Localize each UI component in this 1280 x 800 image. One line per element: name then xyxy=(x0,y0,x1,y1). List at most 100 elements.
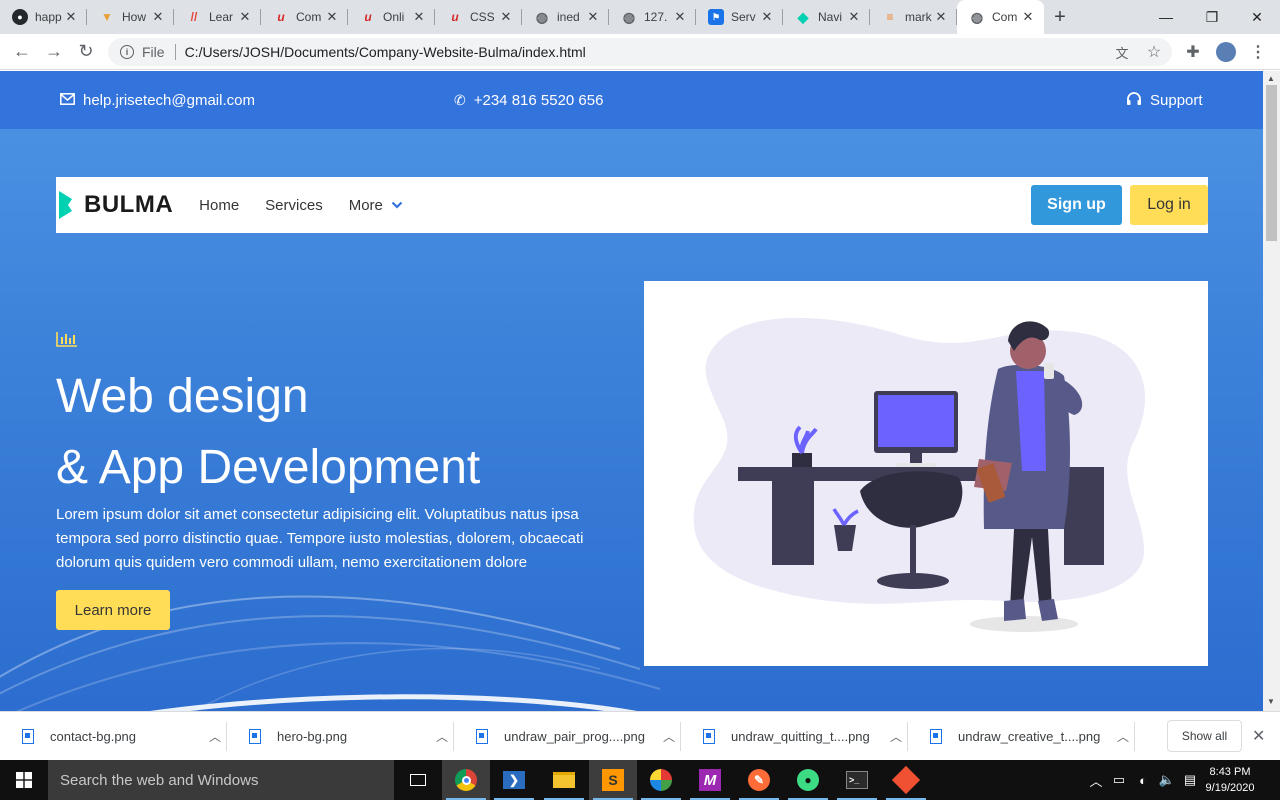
git-taskbar-icon[interactable] xyxy=(882,760,930,800)
phone-item[interactable]: ✆ +234 816 5520 656 xyxy=(454,71,603,129)
download-filename: undraw_pair_prog....png xyxy=(504,729,645,744)
support-item[interactable]: Support xyxy=(1126,71,1203,129)
globe-icon: ◍ xyxy=(970,8,984,25)
chevron-up-icon[interactable]: ︿ xyxy=(884,728,908,745)
scroll-down-arrow-icon[interactable]: ▼ xyxy=(1267,697,1275,706)
close-tab-icon[interactable]: ✕ xyxy=(411,9,427,25)
download-item[interactable]: undraw_pair_prog....png ︿ xyxy=(454,712,681,761)
maximize-button[interactable]: ❐ xyxy=(1189,0,1235,34)
brand-logo[interactable]: BULMA xyxy=(56,177,173,233)
back-button[interactable]: ← xyxy=(6,36,38,68)
browser-tab[interactable]: ▼ How ✕ xyxy=(87,0,174,34)
hero-title-line-1: Web design xyxy=(56,370,309,423)
chrome-taskbar-icon[interactable] xyxy=(442,760,490,800)
close-window-button[interactable]: ✕ xyxy=(1234,0,1280,34)
scrollbar-thumb[interactable] xyxy=(1266,85,1277,241)
scroll-up-arrow-icon[interactable]: ▲ xyxy=(1267,74,1275,83)
signup-button[interactable]: Sign up xyxy=(1031,185,1122,225)
network-icon[interactable]: ▭ xyxy=(1108,760,1130,800)
download-item[interactable]: undraw_creative_t....png ︿ xyxy=(908,712,1135,761)
terminal-taskbar-icon[interactable]: >_ xyxy=(833,760,881,800)
close-tab-icon[interactable]: ✕ xyxy=(846,9,862,25)
task-view-icon[interactable] xyxy=(394,760,442,800)
browser-tab[interactable]: u Com ✕ xyxy=(261,0,348,34)
learn-more-button[interactable]: Learn more xyxy=(56,590,170,630)
tab-title: Navi xyxy=(818,10,843,24)
powershell-taskbar-icon[interactable]: ❯ xyxy=(490,760,538,800)
browser-tab-active[interactable]: ◍ Com ✕ xyxy=(957,0,1044,34)
close-tab-icon[interactable]: ✕ xyxy=(585,9,601,25)
close-tab-icon[interactable]: ✕ xyxy=(759,9,775,25)
chevron-up-icon[interactable]: ︿ xyxy=(1111,728,1135,745)
clock-date: 9/19/2020 xyxy=(1205,782,1255,794)
start-button[interactable] xyxy=(0,760,48,800)
system-clock[interactable]: 8:43 PM 9/19/2020 xyxy=(1200,764,1260,796)
extensions-icon[interactable]: ✚ xyxy=(1177,34,1209,70)
email-item[interactable]: help.jrisetech@gmail.com xyxy=(60,71,255,129)
close-tab-icon[interactable]: ✕ xyxy=(933,9,949,25)
close-tab-icon[interactable]: ✕ xyxy=(63,9,79,25)
browser-tab[interactable]: u CSS ✕ xyxy=(435,0,522,34)
phone-text: +234 816 5520 656 xyxy=(473,91,604,109)
browser-tab[interactable]: ◍ ined ✕ xyxy=(522,0,609,34)
browser-tab[interactable]: ◆ Navi ✕ xyxy=(783,0,870,34)
globe-icon: ◍ xyxy=(622,8,636,25)
notifications-icon[interactable]: ▤ xyxy=(1180,760,1200,800)
nav-services[interactable]: Services xyxy=(265,197,323,214)
show-all-downloads-button[interactable]: Show all xyxy=(1167,720,1242,752)
chevron-up-icon[interactable]: ︿ xyxy=(203,728,227,745)
sublime-text-taskbar-icon[interactable]: S xyxy=(589,760,637,800)
download-item[interactable]: contact-bg.png ︿ xyxy=(0,712,227,761)
menu-icon[interactable]: ⋮ xyxy=(1242,34,1274,70)
tab-title: Serv xyxy=(731,10,756,24)
bookmark-icon: ▼ xyxy=(101,10,113,24)
maya-taskbar-icon[interactable]: M xyxy=(686,760,734,800)
nav-more-dropdown[interactable]: More xyxy=(349,197,403,214)
bookmark-star-icon[interactable]: ☆ xyxy=(1138,34,1170,70)
close-tab-icon[interactable]: ✕ xyxy=(1020,9,1036,25)
browser-tab[interactable]: ≡ mark ✕ xyxy=(870,0,957,34)
file-explorer-taskbar-icon[interactable] xyxy=(540,760,588,800)
postman-taskbar-icon[interactable]: ✎ xyxy=(735,760,783,800)
udemy-icon: u xyxy=(451,10,459,24)
close-tab-icon[interactable]: ✕ xyxy=(237,9,253,25)
close-downloads-icon[interactable]: ✕ xyxy=(1252,726,1265,746)
close-tab-icon[interactable]: ✕ xyxy=(672,9,688,25)
globe-icon: ◍ xyxy=(535,8,549,25)
address-bar[interactable]: i File C:/Users/JOSH/Documents/Company-W… xyxy=(108,38,1172,66)
close-tab-icon[interactable]: ✕ xyxy=(150,9,166,25)
avatar[interactable] xyxy=(1210,34,1242,70)
download-filename: contact-bg.png xyxy=(50,729,137,744)
browser-tab[interactable]: ◍ 127. ✕ xyxy=(609,0,696,34)
app-swirl-taskbar-icon[interactable] xyxy=(637,760,685,800)
new-tab-button[interactable]: + xyxy=(1044,0,1076,34)
browser-tab[interactable]: ⚑ Serv ✕ xyxy=(696,0,783,34)
translate-icon[interactable]: ⽂ xyxy=(1106,34,1138,70)
forward-button[interactable]: → xyxy=(38,36,70,68)
info-icon[interactable]: i xyxy=(120,45,134,59)
browser-tab[interactable]: ● happ ✕ xyxy=(0,0,87,34)
browser-tab[interactable]: // Lear ✕ xyxy=(174,0,261,34)
email-text: help.jrisetech@gmail.com xyxy=(83,91,255,109)
browser-tab[interactable]: u Onli ✕ xyxy=(348,0,435,34)
nav-home[interactable]: Home xyxy=(199,197,239,214)
close-tab-icon[interactable]: ✕ xyxy=(498,9,514,25)
volume-icon[interactable]: 🔈 xyxy=(1156,760,1178,800)
udemy-icon: u xyxy=(277,10,285,24)
tray-expand-icon[interactable]: ︿ xyxy=(1088,760,1104,800)
taskbar-search-input[interactable]: Search the web and Windows xyxy=(48,760,394,800)
image-file-icon xyxy=(703,729,715,744)
page-scrollbar[interactable]: ▲ ▼ xyxy=(1263,71,1280,711)
power-icon[interactable]: ◐ xyxy=(1132,760,1154,800)
close-tab-icon[interactable]: ✕ xyxy=(324,9,340,25)
map-pin-taskbar-icon[interactable]: ● xyxy=(784,760,832,800)
login-button[interactable]: Log in xyxy=(1130,185,1208,225)
hero-section: BULMA Home Services More Sign up Log in … xyxy=(0,129,1263,711)
bulma-logo-icon xyxy=(59,191,72,219)
download-item[interactable]: hero-bg.png ︿ xyxy=(227,712,454,761)
download-item[interactable]: undraw_quitting_t....png ︿ xyxy=(681,712,908,761)
reload-button[interactable]: ↻ xyxy=(70,36,102,68)
minimize-button[interactable]: — xyxy=(1143,0,1189,34)
chevron-up-icon[interactable]: ︿ xyxy=(657,728,681,745)
chevron-up-icon[interactable]: ︿ xyxy=(430,728,454,745)
